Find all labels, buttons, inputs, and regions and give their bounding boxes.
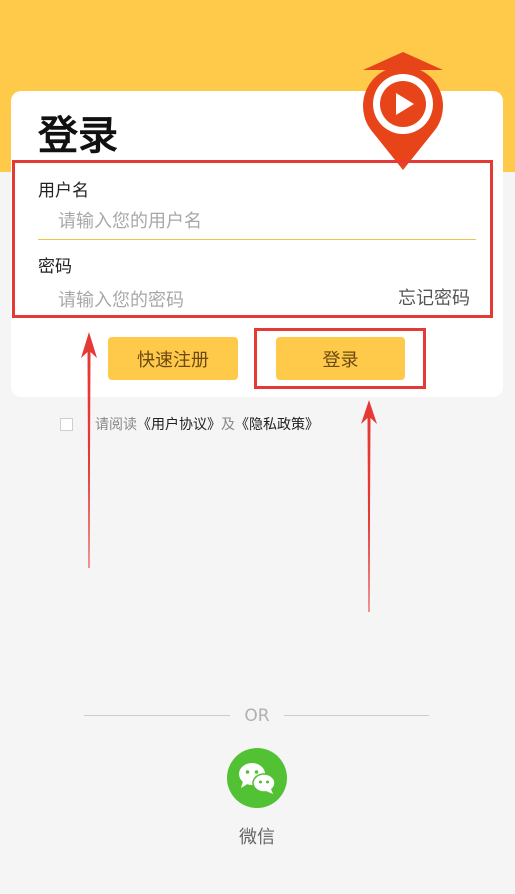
annotation-arrow-up-right — [361, 400, 377, 612]
user-agreement-link[interactable]: 《用户协议》 — [137, 414, 221, 434]
agreement-row: 请阅读 《用户协议》 及 《隐私政策》 — [60, 413, 319, 435]
app-logo-icon — [363, 52, 443, 170]
or-divider-text: OR — [244, 706, 270, 726]
divider-left — [84, 715, 230, 716]
forgot-password-link[interactable]: 忘记密码 — [398, 287, 470, 311]
register-button[interactable]: 快速注册 — [108, 337, 238, 380]
agreement-conjunction: 及 — [221, 417, 235, 433]
username-label: 用户名 — [38, 181, 89, 201]
password-input[interactable] — [38, 282, 358, 318]
wechat-login-button[interactable] — [227, 748, 287, 808]
password-label: 密码 — [38, 257, 72, 277]
login-button[interactable]: 登录 — [276, 337, 405, 380]
divider-right — [284, 715, 429, 716]
username-input[interactable] — [38, 204, 476, 240]
checkbox-icon[interactable] — [60, 417, 73, 431]
agreement-prefix: 请阅读 — [95, 417, 137, 433]
wechat-icon — [239, 763, 276, 794]
page-title: 登录 — [38, 113, 118, 159]
privacy-policy-link[interactable]: 《隐私政策》 — [235, 414, 319, 434]
wechat-label: 微信 — [239, 827, 275, 848]
